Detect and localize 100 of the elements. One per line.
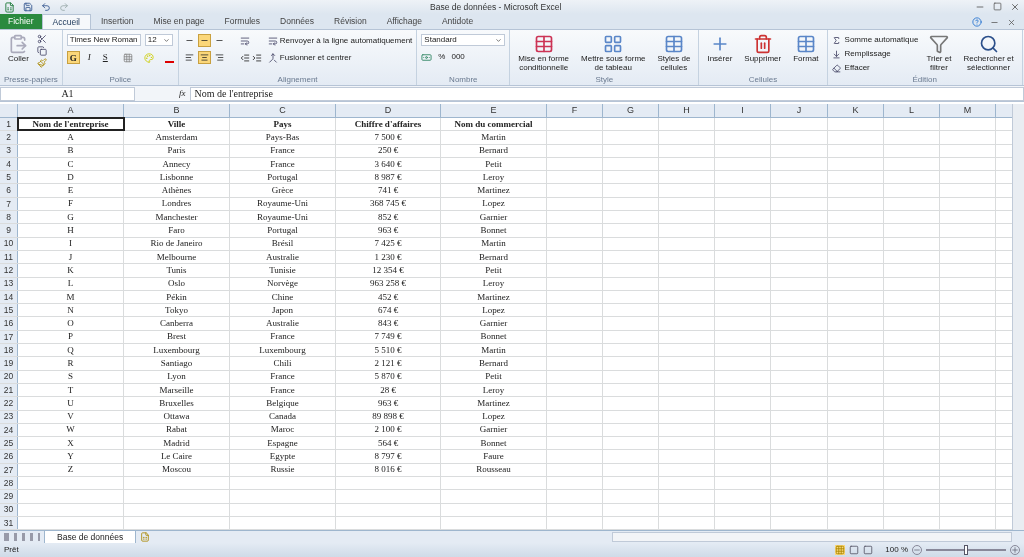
row-header[interactable]: 9 xyxy=(0,224,18,237)
ribbon-tab[interactable]: Données xyxy=(270,14,325,29)
style-button[interactable]: Mettre sous forme de tableau xyxy=(577,34,650,72)
horizontal-align-button[interactable] xyxy=(182,51,196,64)
table-cell: Royaume-Uni xyxy=(257,199,308,209)
column-header[interactable]: G xyxy=(603,104,659,117)
style-button[interactable]: Mise en forme conditionnelle xyxy=(514,34,574,72)
row-header[interactable]: 6 xyxy=(0,184,18,197)
file-tab[interactable]: Fichier xyxy=(0,14,42,29)
redo-icon[interactable] xyxy=(59,2,69,12)
number-format-dropdown[interactable]: Standard xyxy=(421,34,506,46)
function-button[interactable]: fx xyxy=(179,86,186,101)
column-header[interactable]: L xyxy=(884,104,940,117)
sheet-tab[interactable]: Base de données xyxy=(44,530,137,544)
table-cell: Tokyo xyxy=(165,305,188,315)
cells-button[interactable]: Insérer xyxy=(703,34,737,63)
row-header[interactable]: 16 xyxy=(0,317,18,330)
row-header[interactable]: 26 xyxy=(0,450,18,463)
row-header[interactable]: 22 xyxy=(0,397,18,410)
table-cell: Lisbonne xyxy=(159,172,194,182)
button-icon xyxy=(978,34,999,54)
cut-icon[interactable] xyxy=(36,34,47,44)
name-box[interactable]: A1 xyxy=(0,86,135,101)
close-icon[interactable] xyxy=(1007,17,1016,27)
column-header[interactable]: K xyxy=(828,104,884,117)
column-header[interactable]: D xyxy=(336,104,441,117)
page-layout-icon[interactable] xyxy=(849,545,860,555)
table-cell: Egypte xyxy=(269,452,296,462)
wrap-text-icon[interactable] xyxy=(267,35,278,46)
formula-field[interactable]: Nom de l'entreprise xyxy=(189,86,1024,101)
table-cell: 3 640 € xyxy=(374,159,402,169)
column-header[interactable]: E xyxy=(441,104,547,117)
column-header[interactable]: A xyxy=(18,104,124,117)
help-icon[interactable] xyxy=(972,17,982,27)
decrease-indent-icon[interactable] xyxy=(239,52,250,63)
zoom-slider-thumb[interactable] xyxy=(964,545,968,555)
font-name-dropdown[interactable]: Times New Roman xyxy=(66,34,141,46)
editing-button[interactable]: Effacer xyxy=(831,62,919,74)
row-header[interactable]: 15 xyxy=(0,304,18,317)
font-style-button[interactable]: G xyxy=(66,51,80,64)
row-header[interactable]: 18 xyxy=(0,344,18,357)
row-header[interactable]: 8 xyxy=(0,211,18,224)
page-break-icon[interactable] xyxy=(863,545,874,555)
row-header[interactable]: 12 xyxy=(0,264,18,277)
row-header[interactable]: 19 xyxy=(0,357,18,370)
sheet-navigation-icon[interactable] xyxy=(4,533,40,541)
fill-color-icon[interactable] xyxy=(143,52,154,63)
zoom-level[interactable]: 100 % xyxy=(885,544,908,556)
row-header[interactable]: 2 xyxy=(0,131,18,144)
close-icon[interactable] xyxy=(1010,2,1020,12)
column-header[interactable]: H xyxy=(659,104,715,117)
column-header[interactable]: I xyxy=(715,104,771,117)
format-painter-icon[interactable] xyxy=(36,58,47,68)
row-header[interactable]: 25 xyxy=(0,437,18,450)
ribbon-tab[interactable]: Mise en page xyxy=(143,14,215,29)
editing-button[interactable]: Somme automatique xyxy=(831,34,919,46)
column-header[interactable]: B xyxy=(124,104,230,117)
zoom-in-icon[interactable] xyxy=(1010,545,1020,555)
normal-view-icon[interactable] xyxy=(835,545,846,555)
column-header[interactable]: M xyxy=(940,104,996,117)
font-style-button[interactable]: S xyxy=(98,51,112,64)
font-size-dropdown[interactable]: 12 xyxy=(144,34,173,46)
column-header[interactable]: J xyxy=(771,104,828,117)
ribbon-tab[interactable]: Formules xyxy=(214,14,270,29)
row-header[interactable]: 1 xyxy=(0,118,18,131)
save-icon[interactable] xyxy=(23,2,33,12)
ribbon-tab[interactable]: Antidote xyxy=(431,14,484,29)
increase-indent-icon[interactable] xyxy=(251,52,262,63)
font-style-button[interactable]: I xyxy=(82,51,96,64)
horizontal-align-button[interactable] xyxy=(197,51,211,64)
editing-button[interactable]: Rechercher et sélectionner xyxy=(959,34,1018,72)
thousands-button[interactable]: 000 xyxy=(451,51,465,63)
percent-button[interactable]: % xyxy=(438,51,446,63)
row-header[interactable]: 5 xyxy=(0,171,18,184)
wrap-text-button[interactable]: Renvoyer à la ligne automatiquement xyxy=(279,34,413,47)
cells-button[interactable]: Format xyxy=(789,34,823,63)
horizontal-scrollbar[interactable] xyxy=(612,532,1012,542)
currency-icon[interactable] xyxy=(421,51,433,63)
style-button[interactable]: Styles de cellules xyxy=(653,34,695,72)
cells-button[interactable]: Supprimer xyxy=(740,34,786,63)
new-sheet-icon[interactable] xyxy=(140,532,151,542)
editing-button[interactable]: Remplissage xyxy=(831,48,919,60)
vertical-scrollbar[interactable] xyxy=(1012,104,1024,530)
ribbon-tab[interactable]: Insertion xyxy=(90,14,144,29)
merge-icon[interactable] xyxy=(267,52,278,63)
column-header[interactable]: C xyxy=(230,104,336,117)
ribbon-tab[interactable]: Affichage xyxy=(376,14,432,29)
row-header[interactable]: 28 xyxy=(0,477,18,490)
ribbon-tab[interactable]: Révision xyxy=(324,14,377,29)
paste-button[interactable]: Coller xyxy=(4,34,33,63)
editing-button[interactable]: Trier et filtrer xyxy=(922,34,956,72)
undo-icon[interactable] xyxy=(41,2,51,12)
ribbon-tab[interactable]: Accueil xyxy=(41,14,91,29)
copy-icon[interactable] xyxy=(36,46,47,56)
column-header[interactable]: F xyxy=(547,104,603,117)
borders-icon[interactable] xyxy=(122,52,133,63)
maximize-icon[interactable] xyxy=(993,2,1002,11)
vertical-align-button[interactable] xyxy=(197,34,211,47)
row-header[interactable]: 29 xyxy=(0,490,18,503)
merge-center-button[interactable]: Fusionner et centrer xyxy=(279,51,352,64)
